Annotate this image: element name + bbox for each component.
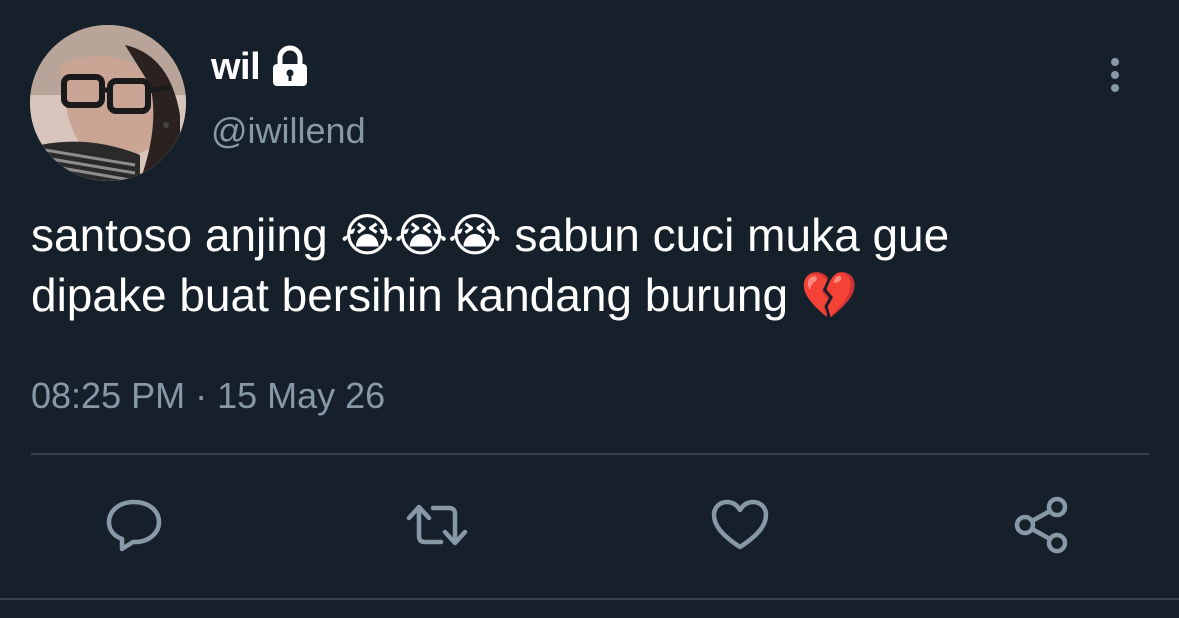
broken-heart-emoji: 💔 — [800, 269, 859, 321]
divider — [31, 453, 1149, 455]
display-name[interactable]: wil — [211, 46, 261, 89]
tweet-text-line-1: santoso anjing 😭😭😭 sabun cuci muka gue — [31, 209, 950, 261]
tweet-text-line-2: dipake buat bersihin kandang burung 💔 — [31, 269, 859, 321]
like-button[interactable] — [708, 495, 772, 559]
crying-emoji: 😭😭😭 — [340, 209, 502, 261]
avatar[interactable] — [30, 25, 186, 181]
lock-icon — [268, 45, 312, 89]
bottom-divider — [0, 598, 1179, 600]
like-icon — [710, 498, 770, 557]
retweet-button[interactable] — [405, 495, 469, 559]
share-icon — [1012, 495, 1072, 560]
reply-icon — [104, 497, 164, 558]
name-row: wil — [211, 42, 312, 92]
user-handle[interactable]: @iwillend — [211, 110, 366, 152]
tweet-card: wil @iwillend santoso anjing 😭😭😭 sabun c… — [0, 0, 1179, 618]
share-button[interactable] — [1010, 495, 1074, 559]
reply-button[interactable] — [102, 495, 166, 559]
retweet-icon — [405, 500, 469, 555]
more-icon[interactable] — [1100, 56, 1130, 96]
tweet-text: santoso anjing 😭😭😭 sabun cuci muka gue d… — [31, 205, 1151, 325]
tweet-timestamp[interactable]: 08:25 PM · 15 May 26 — [31, 375, 385, 417]
